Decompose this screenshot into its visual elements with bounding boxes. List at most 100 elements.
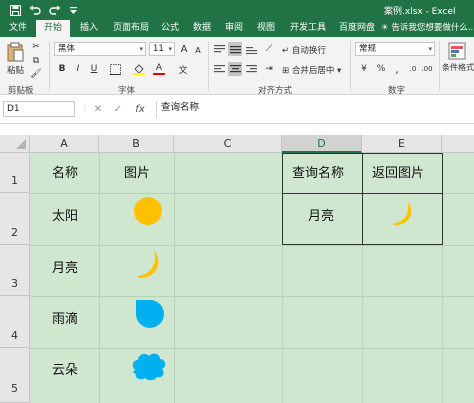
sun-icon[interactable] <box>132 195 164 227</box>
customize-icon[interactable] <box>66 3 80 17</box>
red-swatch <box>153 73 165 75</box>
moon-icon[interactable] <box>134 248 164 282</box>
paste-label[interactable]: 粘贴 <box>7 64 24 76</box>
row-header-5[interactable]: 5 <box>0 348 30 403</box>
tab-home[interactable]: 开始 <box>36 20 70 37</box>
tab-file[interactable]: 文件 <box>4 20 32 37</box>
align-bottom-icon[interactable] <box>244 42 258 56</box>
tab-baidu-netdisk[interactable]: 百度网盘 <box>334 20 380 37</box>
tab-view[interactable]: 视图 <box>252 20 280 37</box>
row-header-4[interactable]: 4 <box>0 296 30 348</box>
shrink-font-button[interactable]: A <box>192 44 204 56</box>
formula-bar: D1 ⋮ ✕ ✓ fx 查询名称 <box>0 96 474 124</box>
cancel-icon[interactable]: ✕ <box>90 101 106 117</box>
gridline <box>30 296 474 297</box>
fill-color-icon[interactable] <box>132 62 146 76</box>
tab-insert[interactable]: 插入 <box>74 20 104 37</box>
tell-me-search[interactable]: ☀ 告诉我您想要做什么... <box>381 22 474 35</box>
cut-icon[interactable]: ✂ <box>30 41 42 53</box>
number-format-select[interactable]: 常规 ▾ <box>355 42 435 56</box>
cell-a5[interactable]: 云朵 <box>52 359 78 378</box>
undo-icon[interactable] <box>28 3 42 17</box>
align-left-icon[interactable] <box>212 62 226 76</box>
cell-d1[interactable]: 查询名称 <box>292 162 344 181</box>
currency-icon[interactable]: ¥ <box>356 62 372 76</box>
font-color-icon[interactable]: A <box>152 61 166 77</box>
italic-button[interactable]: I <box>72 62 84 76</box>
align-middle-icon[interactable] <box>228 42 242 56</box>
cell-a2[interactable]: 太阳 <box>52 205 78 224</box>
save-icon[interactable] <box>8 3 22 17</box>
wrap-text-button[interactable]: ↵ 自动换行 <box>282 44 326 56</box>
cell-d2[interactable]: 月亮 <box>308 205 334 224</box>
gridline <box>30 245 474 246</box>
column-header-d[interactable]: D <box>282 135 362 153</box>
align-right-icon[interactable] <box>244 62 258 76</box>
insert-function-button[interactable]: fx <box>132 101 148 117</box>
document-title: 案例.xlsx - Excel <box>384 7 456 17</box>
wrap-text-icon: ↵ <box>282 46 290 56</box>
increase-decimal-icon[interactable]: .0 <box>406 62 420 76</box>
name-box[interactable]: D1 <box>3 101 75 117</box>
comma-style-icon[interactable]: , <box>390 62 404 76</box>
merge-icon: ⊞ <box>282 66 290 76</box>
orientation-icon[interactable]: ⟋ <box>262 42 276 56</box>
group-divider <box>350 41 351 91</box>
indent-icon[interactable]: ⇥ <box>262 62 276 76</box>
font-name-select[interactable]: 黑体 ▾ <box>54 42 146 56</box>
tab-review[interactable]: 审阅 <box>220 20 248 37</box>
chevron-down-icon: ▾ <box>139 45 143 53</box>
chevron-down-icon: ▾ <box>428 45 432 53</box>
cell-a1[interactable]: 名称 <box>52 162 78 181</box>
column-header-f[interactable] <box>442 135 474 153</box>
percent-icon[interactable]: % <box>374 62 388 76</box>
bold-button[interactable]: B <box>56 62 68 76</box>
gridline <box>174 153 175 403</box>
alignment-group-label: 对齐方式 <box>258 86 293 96</box>
redo-icon[interactable] <box>48 3 62 17</box>
cell-b1[interactable]: 图片 <box>124 162 150 181</box>
tab-developer[interactable]: 开发工具 <box>284 20 332 37</box>
column-header-a[interactable]: A <box>30 135 99 153</box>
underline-button[interactable]: U <box>88 62 100 76</box>
conditional-formatting-label[interactable]: 条件格式 <box>442 62 474 73</box>
row-header-2[interactable]: 2 <box>0 193 30 245</box>
format-painter-icon[interactable]: 🖌 <box>30 68 42 80</box>
gridline <box>30 348 474 349</box>
tab-data[interactable]: 数据 <box>188 20 216 37</box>
tab-page-layout[interactable]: 页面布局 <box>108 20 154 37</box>
result-moon-icon[interactable] <box>390 199 416 229</box>
row-header-1[interactable]: 1 <box>0 153 30 193</box>
font-size-select[interactable]: 11 ▾ <box>149 42 175 56</box>
column-header-e[interactable]: E <box>362 135 442 153</box>
copy-icon[interactable]: ⧉ <box>30 55 42 67</box>
ribbon-tabs: 文件 开始 插入 页面布局 公式 数据 审阅 视图 开发工具 百度网盘 ☀ 告诉… <box>0 20 474 37</box>
conditional-formatting-icon[interactable] <box>446 41 468 61</box>
align-center-icon[interactable] <box>228 62 242 76</box>
tab-formulas[interactable]: 公式 <box>156 20 184 37</box>
cloud-icon[interactable] <box>130 350 168 382</box>
paste-icon[interactable] <box>4 41 26 63</box>
select-all-corner[interactable] <box>0 135 30 153</box>
gridline <box>99 153 100 403</box>
phonetic-button[interactable]: 文 <box>176 62 190 76</box>
title-bar: 案例.xlsx - Excel <box>0 0 474 20</box>
borders-icon[interactable] <box>108 62 122 76</box>
formula-input[interactable]: 查询名称 <box>156 101 472 119</box>
merge-center-button[interactable]: ⊞ 合并后居中 ▾ <box>282 64 341 76</box>
chevron-down-icon: ▾ <box>337 66 342 76</box>
enter-icon[interactable]: ✓ <box>110 101 126 117</box>
row-header-3[interactable]: 3 <box>0 245 30 296</box>
group-divider <box>208 41 209 91</box>
cell-e1[interactable]: 返回图片 <box>372 162 424 181</box>
cell-a4[interactable]: 雨滴 <box>52 308 78 327</box>
column-header-b[interactable]: B <box>99 135 174 153</box>
decrease-decimal-icon[interactable]: .00 <box>420 62 434 76</box>
align-top-icon[interactable] <box>212 42 226 56</box>
column-header-c[interactable]: C <box>174 135 282 153</box>
raindrop-icon[interactable] <box>134 298 166 332</box>
font-group-label: 字体 <box>118 86 136 96</box>
worksheet: A B C D E 1 2 3 4 5 名称 图片 查询名称 返回图片 太阳 月… <box>0 135 474 403</box>
grow-font-button[interactable]: A <box>178 42 190 56</box>
cell-a3[interactable]: 月亮 <box>52 257 78 276</box>
